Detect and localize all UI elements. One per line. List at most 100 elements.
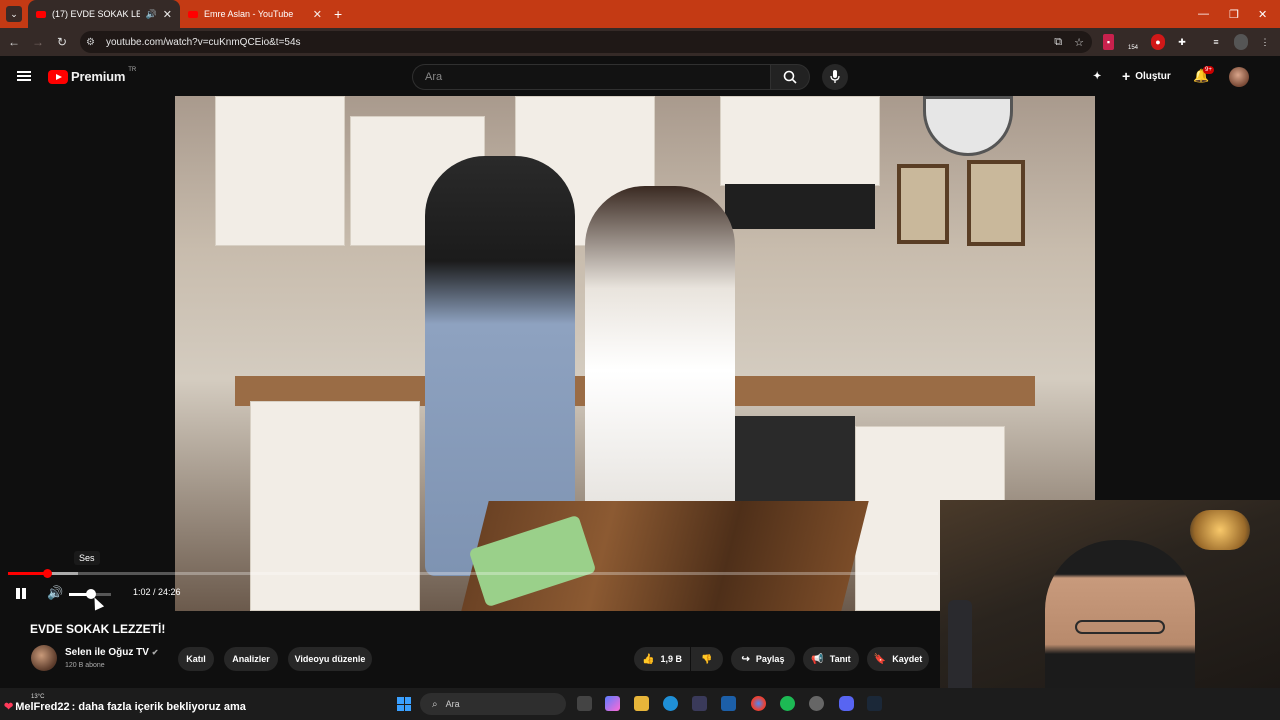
steam-icon[interactable] <box>867 696 882 711</box>
verified-icon: ✔ <box>151 648 159 657</box>
thumbs-down-icon: 👎 <box>701 653 713 664</box>
dislike-button[interactable]: 👎 <box>691 647 723 671</box>
reading-list-icon[interactable]: ≡ <box>1210 34 1222 50</box>
cabinet <box>720 96 880 186</box>
join-button[interactable]: Katıl <box>178 647 214 671</box>
close-tab-icon[interactable]: ✕ <box>313 8 322 21</box>
file-explorer-icon[interactable] <box>634 696 649 711</box>
pause-icon <box>16 588 20 599</box>
lower-cabinet <box>250 401 420 611</box>
url-field[interactable]: ⚙ youtube.com/watch?v=cuKnmQCEio&t=54s ⧉… <box>80 31 1092 53</box>
progress-scrubber[interactable] <box>43 569 53 578</box>
wall-frame <box>967 160 1025 246</box>
close-window-icon[interactable]: ✕ <box>1258 0 1267 28</box>
store-icon[interactable] <box>692 696 707 711</box>
search-icon <box>783 70 797 84</box>
app-icon[interactable] <box>721 696 736 711</box>
region-code: TR <box>128 66 137 73</box>
like-button[interactable]: 👍 1,9 B <box>634 647 690 671</box>
extension-icon[interactable]: ▪ <box>1103 34 1114 50</box>
volume-icon[interactable]: 🔊 <box>47 585 63 601</box>
account-avatar[interactable] <box>1229 67 1249 87</box>
site-info-icon[interactable]: ⚙ <box>86 37 100 48</box>
save-button[interactable]: 🔖 Kaydet <box>867 647 929 671</box>
analytics-button[interactable]: Analizler <box>224 647 278 671</box>
share-icon: ↪ <box>741 653 750 665</box>
back-icon[interactable]: ← <box>2 35 26 49</box>
reload-icon[interactable]: ↻ <box>50 35 74 49</box>
promote-label: Tanıt <box>829 654 851 664</box>
search-input[interactable]: Ara <box>412 64 770 90</box>
time-display: 1:02 / 24:26 <box>133 587 181 597</box>
obs-icon[interactable] <box>809 696 824 711</box>
search-placeholder: Ara <box>425 71 443 83</box>
save-label: Kaydet <box>892 654 923 664</box>
copilot-icon[interactable] <box>605 696 620 711</box>
tab-search-button[interactable]: ⌄ <box>6 6 22 22</box>
menu-dots-icon[interactable]: ⋮ <box>1260 34 1270 50</box>
screen: ⌄ (17) EVDE SOKAK LEZZETİ 🔊 ✕ Emre Aslan… <box>0 0 1280 720</box>
url-text: youtube.com/watch?v=cuKnmQCEio&t=54s <box>106 36 301 48</box>
microphone-icon <box>830 70 840 83</box>
taskbar-search[interactable]: ⌕ Ara <box>420 693 566 715</box>
search-icon: ⌕ <box>432 698 438 710</box>
youtube-header: Premium TR Ara ✦ + Oluştur 🔔 <box>0 56 1280 96</box>
thumbs-up-icon: 👍 <box>642 653 655 665</box>
channel-name[interactable]: Selen ile Oğuz TV ✔ <box>65 647 158 658</box>
forward-icon[interactable]: → <box>26 35 50 49</box>
chat-text: : daha fazla içerik bekliyoruz ama <box>71 700 246 713</box>
promote-button[interactable]: 📢 Tanıt <box>803 647 859 671</box>
plus-icon: + <box>1122 68 1131 84</box>
like-count: 1,9 B <box>660 654 682 664</box>
install-icon[interactable]: ⧉ <box>1054 36 1062 49</box>
progress-fill <box>8 572 48 575</box>
mouse-cursor-icon <box>89 595 105 611</box>
address-bar-row: ← → ↻ ⚙ youtube.com/watch?v=cuKnmQCEio&t… <box>0 28 1280 56</box>
studio-icon[interactable]: ✦ <box>1093 66 1101 86</box>
create-label: Oluştur <box>1135 70 1171 82</box>
puzzle-icon[interactable]: ✚ <box>1176 34 1188 50</box>
close-tab-icon[interactable]: ✕ <box>163 8 172 21</box>
chat-user: MelFred22 <box>15 700 70 713</box>
glasses <box>1075 620 1165 634</box>
channel-avatar[interactable] <box>31 645 57 671</box>
youtube-logo[interactable]: Premium TR <box>48 66 137 84</box>
pause-icon-bar <box>22 588 26 599</box>
youtube-play-logo-icon <box>48 69 68 84</box>
create-button[interactable]: + Oluştur <box>1122 66 1171 86</box>
windows-start-icon[interactable] <box>397 697 411 711</box>
extension-counter-icon[interactable]: 154 <box>1126 34 1140 51</box>
chat-message: ❤ MelFred22 : daha fazla içerik bekliyor… <box>0 700 246 714</box>
spotify-icon[interactable] <box>780 696 795 711</box>
progress-bar[interactable] <box>8 569 938 578</box>
search-button[interactable] <box>770 64 810 90</box>
volume-slider[interactable] <box>69 589 111 599</box>
restore-icon[interactable]: ❐ <box>1229 0 1239 28</box>
pause-button[interactable] <box>14 587 28 601</box>
cabinet <box>215 96 345 246</box>
profile-icon[interactable] <box>1234 34 1248 50</box>
join-label: Katıl <box>186 654 206 664</box>
edge-icon[interactable] <box>663 696 678 711</box>
share-button[interactable]: ↪ Paylaş <box>731 647 795 671</box>
task-view-icon[interactable] <box>577 696 592 711</box>
adblock-icon[interactable]: ● <box>1151 34 1165 50</box>
edit-label: Videoyu düzenle <box>294 654 366 664</box>
browser-tab-bar: ⌄ (17) EVDE SOKAK LEZZETİ 🔊 ✕ Emre Aslan… <box>0 0 1280 28</box>
voice-search-button[interactable] <box>822 64 848 90</box>
youtube-favicon-icon <box>36 10 46 18</box>
speaker-icon[interactable]: 🔊 <box>146 9 157 20</box>
edit-video-button[interactable]: Videoyu düzenle <box>288 647 372 671</box>
chrome-icon[interactable] <box>751 696 766 711</box>
tab-title: Emre Aslan - YouTube <box>204 9 294 19</box>
streamer-webcam <box>940 500 1280 720</box>
background-lamp <box>1190 510 1250 550</box>
new-tab-icon[interactable]: + <box>334 6 342 22</box>
menu-hamburger-icon[interactable] <box>17 71 31 81</box>
minimize-icon[interactable]: — <box>1198 0 1209 28</box>
tab-inactive[interactable]: Emre Aslan - YouTube ✕ <box>180 0 330 28</box>
discord-icon[interactable] <box>839 696 854 711</box>
video-title: EVDE SOKAK LEZZETİ! <box>30 622 166 636</box>
tab-active[interactable]: (17) EVDE SOKAK LEZZETİ 🔊 ✕ <box>28 0 180 28</box>
bookmark-star-icon[interactable]: ☆ <box>1074 36 1084 49</box>
